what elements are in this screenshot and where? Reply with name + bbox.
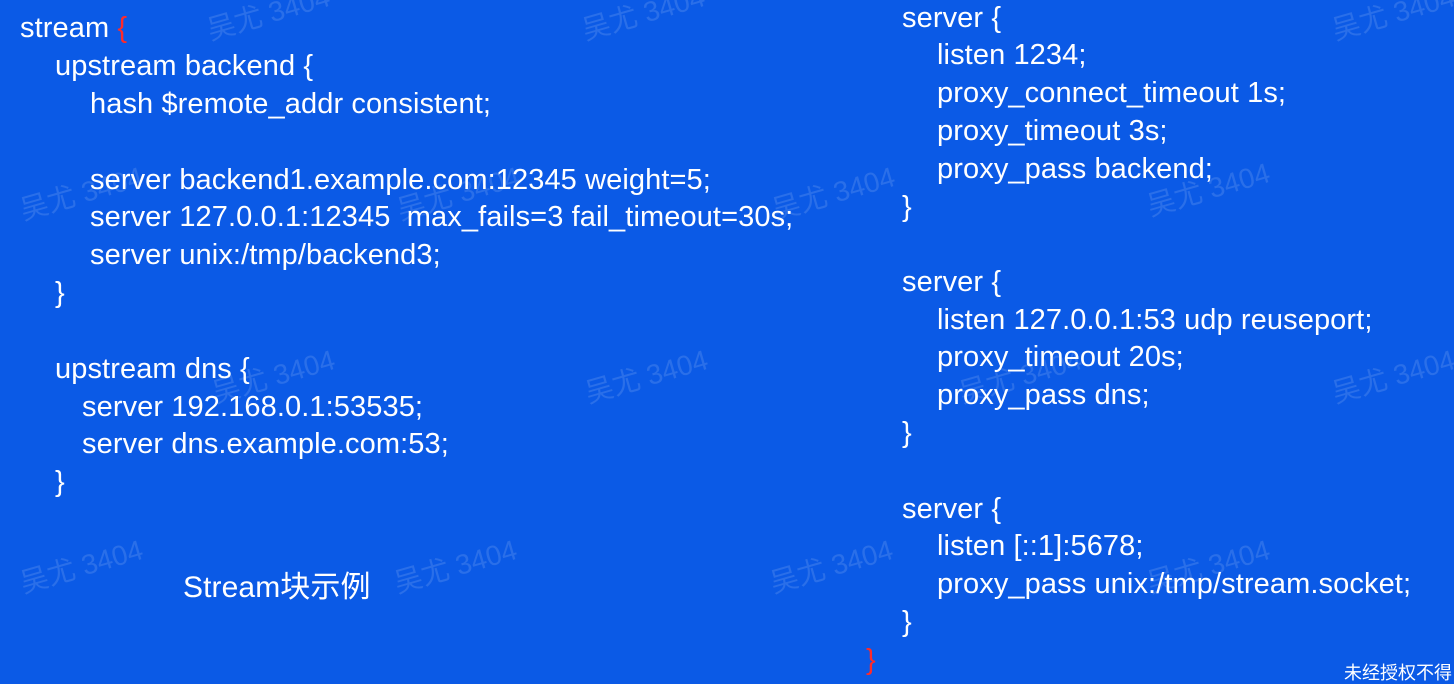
stream-close-brace: }: [866, 644, 876, 676]
code-line: proxy_pass backend;: [937, 153, 1213, 185]
watermark: 吴尤 3404: [578, 0, 709, 46]
code-line: proxy_timeout 20s;: [937, 341, 1184, 373]
code-line: server {: [902, 266, 1002, 298]
stream-keyword: stream: [20, 12, 118, 44]
code-line: listen [::1]:5678;: [937, 530, 1144, 562]
code-line: listen 127.0.0.1:53 udp reuseport;: [937, 304, 1373, 336]
copyright-notice: 未经授权不得: [1344, 663, 1452, 683]
code-line: upstream dns {: [55, 353, 250, 385]
watermark: 吴尤 3404: [766, 534, 897, 599]
code-line: }: [55, 277, 65, 309]
code-line: server 192.168.0.1:53535;: [82, 391, 424, 423]
code-line: server 127.0.0.1:12345 max_fails=3 fail_…: [90, 201, 794, 233]
slide-caption: Stream块示例: [183, 571, 371, 604]
code-line: proxy_pass dns;: [937, 379, 1150, 411]
code-line: server backend1.example.com:12345 weight…: [90, 164, 711, 196]
code-line: }: [902, 191, 912, 223]
code-line: hash $remote_addr consistent;: [90, 88, 492, 120]
stream-open-brace: {: [117, 12, 128, 44]
code-line: }: [902, 417, 912, 449]
code-line: server {: [902, 493, 1002, 525]
code-line: proxy_connect_timeout 1s;: [937, 77, 1287, 109]
watermark: 吴尤 3404: [390, 534, 521, 599]
code-line: }: [55, 466, 65, 498]
code-line: upstream backend {: [55, 50, 314, 82]
watermark: 吴尤 3404: [1328, 344, 1454, 409]
watermark: 吴尤 3404: [203, 0, 334, 46]
code-line: server unix:/tmp/backend3;: [90, 239, 441, 271]
watermark: 吴尤 3404: [1328, 0, 1454, 46]
code-line: listen 1234;: [937, 39, 1087, 71]
code-line: proxy_pass unix:/tmp/stream.socket;: [937, 568, 1412, 600]
watermark: 吴尤 3404: [581, 344, 712, 409]
code-line: server dns.example.com:53;: [82, 428, 449, 460]
code-line-stream: stream {: [20, 10, 127, 46]
code-line: server {: [902, 2, 1002, 34]
code-line: proxy_timeout 3s;: [937, 115, 1168, 147]
slide: 吴尤 3404 吴尤 3404 吴尤 3404 吴尤 3404 吴尤 3404 …: [0, 0, 1454, 684]
code-line: }: [902, 606, 912, 638]
watermark: 吴尤 3404: [16, 534, 147, 599]
